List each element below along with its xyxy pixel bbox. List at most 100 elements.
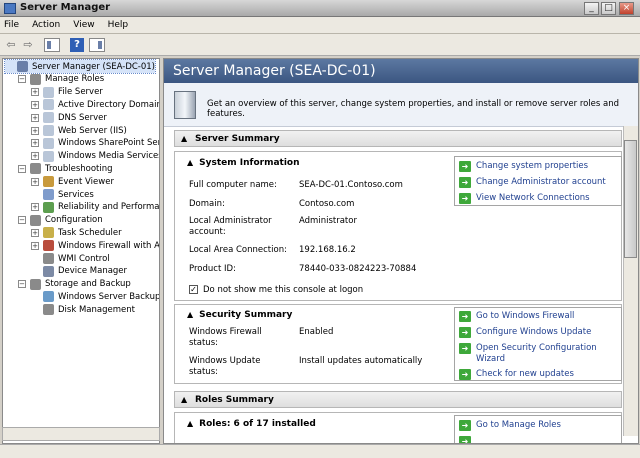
tree-item[interactable]: + Windows Media Services — [31, 150, 159, 163]
expand-icon[interactable]: + — [31, 126, 39, 135]
tree-item[interactable]: Disk Management — [31, 303, 135, 316]
collapse-arrow-icon[interactable]: ▲ — [187, 158, 193, 167]
tree-item[interactable]: Windows Server Backup — [31, 290, 160, 303]
back-icon[interactable]: ⇦ — [4, 38, 18, 52]
help-icon[interactable]: ? — [70, 38, 84, 52]
toolbar: ⇦ ⇨ ? — [0, 34, 640, 56]
server-icon — [174, 91, 196, 119]
window-titlebar[interactable]: Server Manager _ □ × — [0, 0, 640, 17]
collapse-arrow-icon[interactable]: ▲ — [181, 395, 187, 404]
tree-node-icon — [30, 73, 41, 85]
tree-item[interactable]: WMI Control — [31, 252, 110, 265]
configure-windows-update-link[interactable]: ➜ Configure Windows Update — [459, 327, 591, 338]
expand-icon[interactable]: + — [31, 100, 39, 109]
roles-summary-title: Roles Summary — [195, 395, 274, 405]
tree-item-label: Windows SharePoint Servic — [58, 138, 160, 149]
expand-icon[interactable]: + — [31, 241, 39, 250]
roles-header[interactable]: ▲ Roles: 6 of 17 installed — [187, 419, 316, 429]
tree-item[interactable]: + Windows Firewall with Adva — [31, 239, 160, 252]
tree-node-icon — [43, 240, 54, 252]
menu-action[interactable]: Action — [32, 20, 60, 30]
system-information-title: System Information — [199, 158, 300, 168]
tree-node-icon — [43, 227, 54, 239]
tree-item[interactable]: − Configuration — [18, 214, 103, 227]
tree-item[interactable]: − Troubleshooting — [18, 162, 113, 175]
collapse-icon[interactable]: − — [18, 164, 26, 173]
tree-item[interactable]: + Task Scheduler — [31, 226, 122, 239]
expand-icon[interactable]: + — [31, 152, 39, 161]
tree-node-icon — [43, 189, 54, 200]
collapse-icon[interactable]: − — [18, 280, 26, 289]
page-title: Server Manager (SEA-DC-01) — [164, 59, 638, 83]
tree-node-icon — [43, 304, 54, 316]
tree-item[interactable]: Services — [31, 188, 94, 201]
tree-item-label: Event Viewer — [58, 176, 114, 187]
maximize-button[interactable]: □ — [601, 2, 616, 15]
expand-icon[interactable]: + — [31, 203, 39, 212]
menu-file[interactable]: File — [4, 20, 19, 30]
go-to-windows-firewall-link[interactable]: ➜ Go to Windows Firewall — [459, 311, 574, 322]
windows-update-status-value: Install updates automatically — [299, 356, 423, 366]
windows-firewall-status-value: Enabled — [299, 327, 334, 337]
tree-node-icon — [30, 214, 41, 226]
tree-item[interactable]: Device Manager — [31, 265, 127, 278]
full-computer-name-label: Full computer name: — [189, 180, 277, 190]
action-pane-icon[interactable] — [89, 38, 105, 52]
local-administrator-value: Administrator — [299, 216, 357, 226]
system-information-header[interactable]: ▲ System Information — [187, 158, 300, 168]
arrow-right-icon: ➜ — [459, 327, 471, 338]
scrollbar-thumb[interactable] — [624, 140, 637, 258]
arrow-right-icon: ➜ — [459, 193, 471, 204]
domain-label: Domain: — [189, 199, 225, 209]
expand-icon[interactable]: + — [31, 88, 39, 97]
server-manager-icon — [4, 3, 16, 14]
collapse-arrow-icon[interactable]: ▲ — [181, 134, 187, 143]
open-security-configuration-wizard-link[interactable]: ➜ Open Security Configuration Wizard — [459, 343, 597, 365]
roles-summary-header[interactable]: ▲ Roles Summary — [174, 391, 622, 408]
tree-item-label: Manage Roles — [45, 74, 105, 85]
expand-icon[interactable]: + — [31, 139, 39, 148]
local-area-connection-value: 192.168.16.2 — [299, 245, 356, 255]
collapse-icon[interactable]: − — [18, 75, 26, 84]
window-title: Server Manager — [20, 2, 111, 13]
change-system-properties-link[interactable]: ➜ Change system properties — [459, 161, 588, 172]
tree-item[interactable]: − Manage Roles — [18, 73, 104, 86]
tree-item[interactable]: + File Server — [31, 86, 103, 99]
tree-item[interactable]: + Web Server (IIS) — [31, 124, 127, 137]
expand-icon[interactable]: + — [31, 177, 39, 186]
tree-horizontal-scrollbar[interactable] — [2, 427, 160, 441]
tree-item[interactable]: + Reliability and Performance — [31, 201, 159, 214]
menu-help[interactable]: Help — [108, 20, 129, 30]
tree-item-label: Windows Server Backup — [58, 291, 160, 302]
tree-node-icon — [30, 163, 41, 175]
roles-title: Roles: 6 of 17 installed — [199, 419, 316, 429]
collapse-icon[interactable]: − — [18, 216, 26, 225]
do-not-show-checkbox[interactable]: ✓ — [189, 285, 198, 294]
collapse-arrow-icon[interactable]: ▲ — [187, 419, 193, 428]
collapse-arrow-icon[interactable]: ▲ — [187, 310, 193, 319]
forward-icon[interactable]: ⇨ — [21, 38, 35, 52]
go-to-manage-roles-link[interactable]: ➜ Go to Manage Roles — [459, 420, 561, 431]
expand-icon[interactable]: + — [31, 113, 39, 122]
tree-node-icon — [43, 99, 54, 111]
expand-icon[interactable]: + — [31, 228, 39, 237]
tree-item[interactable]: Server Manager (SEA-DC-01) — [4, 59, 156, 74]
check-for-new-updates-link[interactable]: ➜ Check for new updates — [459, 369, 574, 380]
show-hide-console-tree-icon[interactable] — [44, 38, 60, 52]
menu-view[interactable]: View — [73, 20, 94, 30]
tree-item[interactable]: − Storage and Backup — [18, 278, 131, 291]
close-button[interactable]: × — [619, 2, 634, 15]
tree-item[interactable]: + Windows SharePoint Servic — [31, 137, 160, 150]
roles-link-partial[interactable]: ➜ — [459, 436, 476, 443]
tree-item[interactable]: + Active Directory Domain Se — [31, 98, 159, 111]
server-summary-header[interactable]: ▲ Server Summary — [174, 130, 622, 147]
minimize-button[interactable]: _ — [584, 2, 599, 15]
do-not-show-label: Do not show me this console at logon — [203, 285, 364, 295]
tree-item[interactable]: + DNS Server — [31, 111, 107, 124]
security-summary-header[interactable]: ▲ Security Summary — [187, 310, 292, 320]
change-administrator-account-link[interactable]: ➜ Change Administrator account — [459, 177, 606, 188]
tree-item[interactable]: + Event Viewer — [31, 175, 114, 188]
tree-item-label: Windows Firewall with Adva — [58, 240, 160, 251]
server-summary-title: Server Summary — [195, 134, 280, 144]
view-network-connections-link[interactable]: ➜ View Network Connections — [459, 193, 590, 204]
